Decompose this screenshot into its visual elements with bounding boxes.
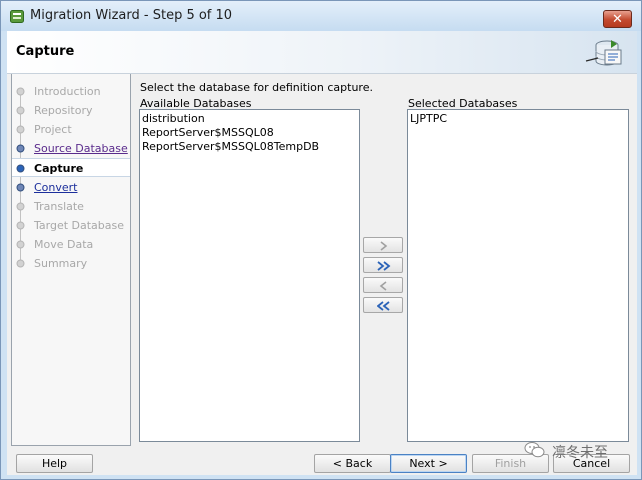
selected-database-item[interactable]: LJPTPC [409, 112, 627, 126]
title-bar[interactable]: Migration Wizard - Step 5 of 10 ✕ [1, 1, 641, 31]
wizard-step-label: Source Database [34, 142, 128, 155]
double-chevron-right-icon [377, 261, 391, 271]
wizard-content: Capture Introduction Repository Project Sou… [7, 31, 637, 475]
wizard-step-label: Move Data [34, 238, 94, 251]
wizard-step-label: Translate [34, 200, 84, 213]
watermark-text: 凛冬未至 [552, 445, 608, 461]
wizard-step-translate: Translate [12, 197, 130, 216]
available-database-item[interactable]: distribution [141, 112, 358, 126]
step-node-icon [16, 202, 25, 211]
chevron-right-icon [380, 241, 388, 251]
chat-bubble-icon [524, 442, 545, 458]
step-node-icon [16, 259, 25, 268]
available-database-item[interactable]: ReportServer$MSSQL08TempDB [141, 140, 358, 154]
wizard-step-label: Target Database [34, 219, 125, 232]
app-icon [10, 10, 24, 23]
wizard-step-source-database[interactable]: Source Database [12, 139, 130, 158]
help-button[interactable]: Help [16, 454, 93, 473]
migration-wizard-window: Migration Wizard - Step 5 of 10 ✕ Captur… [0, 0, 642, 480]
wizard-steps-panel: Introduction Repository Project Source Data… [11, 74, 131, 446]
wizard-step-target-database: Target Database [12, 216, 130, 235]
wizard-step-label: Capture [34, 162, 84, 175]
wizard-step-capture[interactable]: Capture [12, 158, 130, 177]
chevron-left-icon [379, 281, 387, 291]
capture-prompt: Select the database for definition captu… [140, 81, 373, 94]
step-node-icon [16, 106, 25, 115]
wizard-step-convert[interactable]: Convert [12, 178, 130, 197]
step-node-icon [16, 221, 25, 230]
wizard-step-repository: Repository [12, 101, 130, 120]
wizard-step-label: Project [34, 123, 72, 136]
window-title: Migration Wizard - Step 5 of 10 [30, 8, 233, 23]
watermark: 凛冬未至 [524, 441, 642, 461]
page-header: Capture [7, 31, 637, 74]
step-node-icon [16, 125, 25, 134]
double-chevron-left-icon [377, 301, 390, 311]
wizard-step-label: Repository [34, 104, 93, 117]
selected-databases-list[interactable]: LJPTPC [407, 109, 629, 442]
step-node-icon [16, 87, 25, 96]
wizard-step-project: Project [12, 120, 130, 139]
back-button[interactable]: < Back [314, 454, 391, 473]
wizard-step-move-data: Move Data [12, 235, 130, 254]
wizard-step-label: Introduction [34, 85, 101, 98]
database-wizard-icon [585, 40, 622, 66]
move-all-left-button[interactable] [363, 297, 403, 313]
move-right-button[interactable] [363, 237, 403, 253]
wizard-step-label: Convert [34, 181, 78, 194]
close-button[interactable]: ✕ [603, 10, 632, 28]
page-title: Capture [16, 44, 75, 59]
move-all-right-button[interactable] [363, 257, 403, 273]
step-node-icon [16, 183, 25, 192]
step-node-icon [16, 240, 25, 249]
available-database-item[interactable]: ReportServer$MSSQL08 [141, 126, 358, 140]
step-node-icon [16, 144, 25, 153]
wizard-step-label: Summary [34, 257, 88, 270]
available-databases-list[interactable]: distribution ReportServer$MSSQL08 ReportSe… [139, 109, 360, 442]
next-button[interactable]: Next > [390, 454, 467, 473]
close-icon: ✕ [612, 12, 623, 27]
wizard-step-introduction: Introduction [12, 82, 130, 101]
wizard-step-summary: Summary [12, 254, 130, 273]
step-node-icon [16, 164, 25, 173]
move-left-button[interactable] [363, 277, 403, 293]
